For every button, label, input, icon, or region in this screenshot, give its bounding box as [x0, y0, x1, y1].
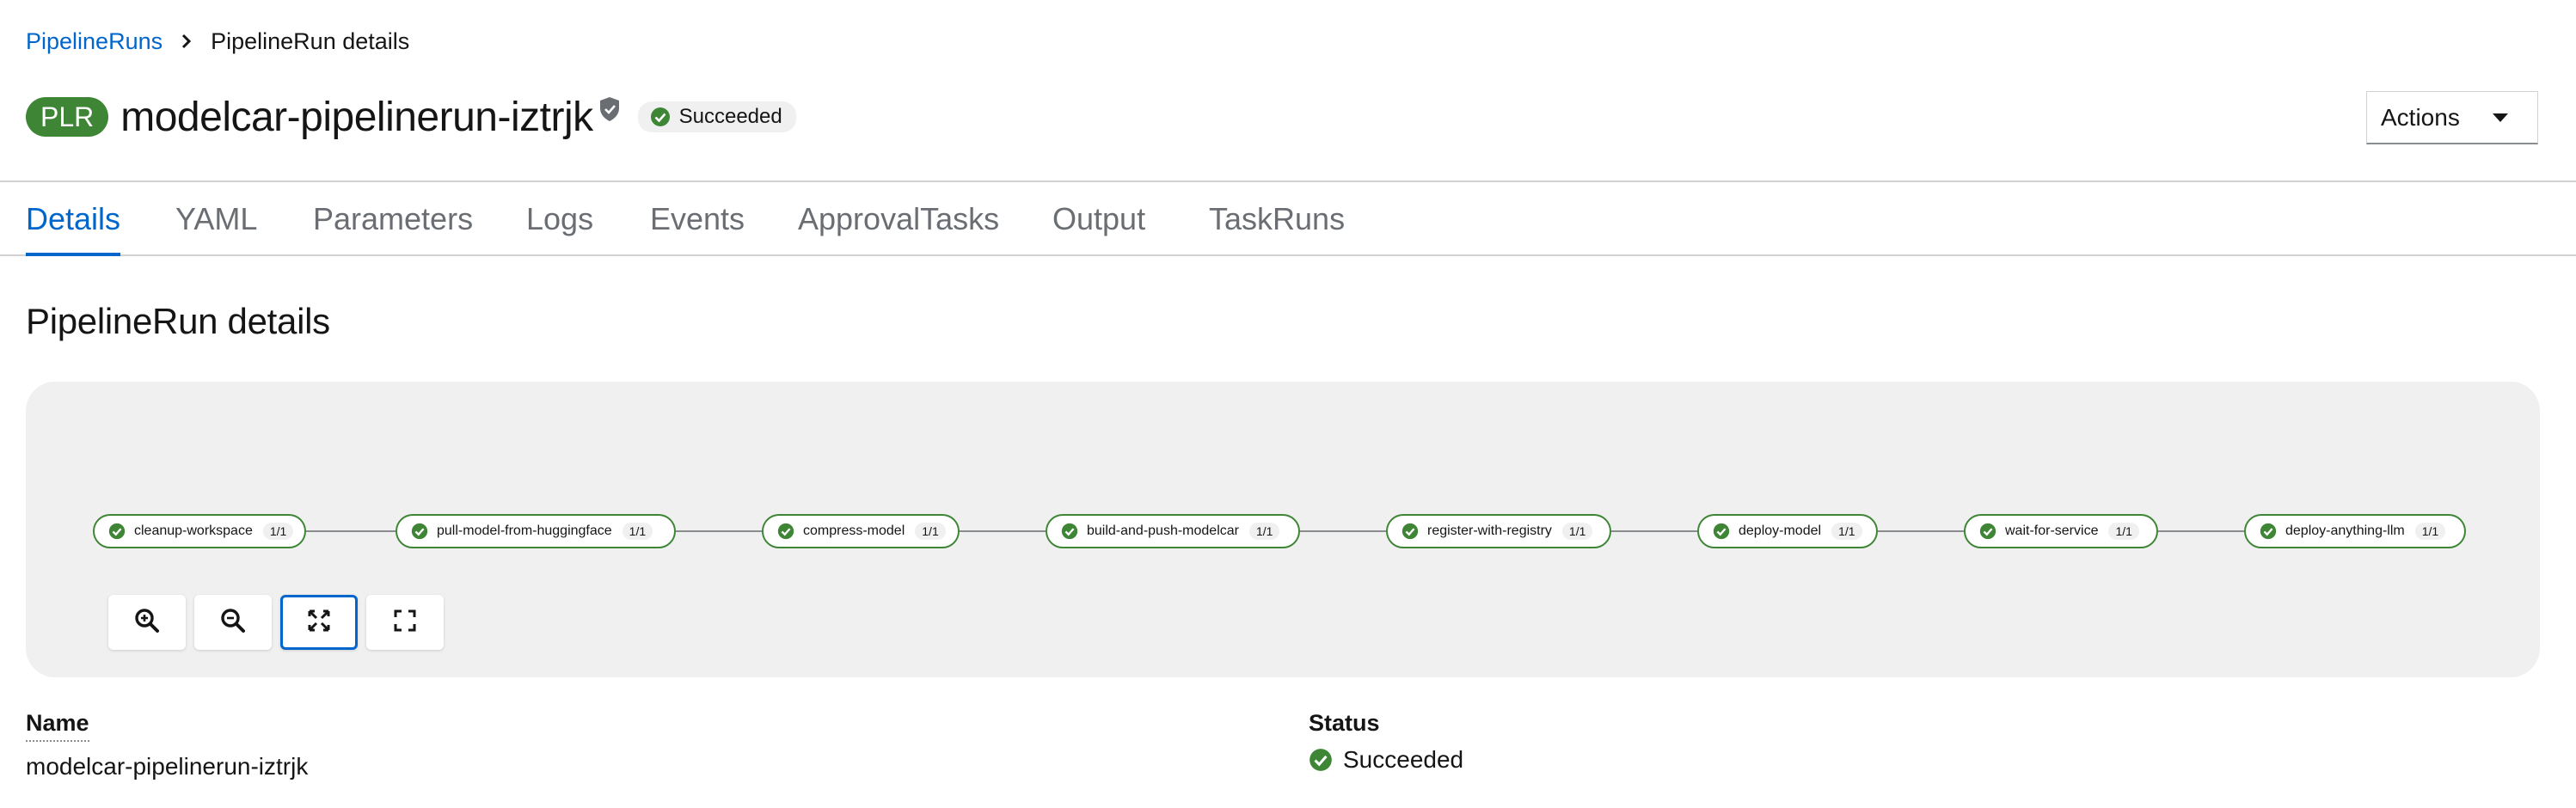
task-name: build-and-push-modelcar — [1087, 523, 1239, 538]
check-circle-icon — [777, 523, 794, 540]
check-circle-icon — [1979, 523, 1996, 540]
shield-check-icon — [598, 96, 621, 122]
fit-to-screen-icon — [307, 609, 331, 637]
task-count-badge: 1/1 — [262, 523, 294, 540]
status-value: Succeeded — [1309, 746, 1463, 774]
tab-events[interactable]: Events — [650, 201, 745, 254]
check-circle-icon — [2260, 523, 2277, 540]
actions-dropdown[interactable]: Actions — [2366, 91, 2538, 144]
check-circle-icon — [108, 523, 126, 540]
status-badge: Succeeded — [637, 101, 796, 132]
task-node-cleanup-workspace[interactable]: cleanup-workspace 1/1 — [93, 514, 306, 548]
fit-to-screen-button[interactable] — [280, 595, 358, 650]
page-header: PLR modelcar-pipelinerun-iztrjk Succeede… — [26, 89, 796, 144]
check-circle-icon — [1061, 523, 1078, 540]
breadcrumb-pipelineruns-link[interactable]: PipelineRuns — [26, 28, 163, 55]
pipeline-graph: cleanup-workspace 1/1 pull-model-from-hu… — [26, 382, 2540, 677]
task-node-pull-model-from-huggingface[interactable]: pull-model-from-huggingface 1/1 — [396, 514, 676, 548]
task-count-badge: 1/1 — [1831, 523, 1862, 540]
task-count-badge: 1/1 — [1561, 523, 1593, 540]
task-count-badge: 1/1 — [622, 523, 653, 540]
task-node-deploy-anything-llm[interactable]: deploy-anything-llm 1/1 — [2244, 514, 2466, 548]
task-count-badge: 1/1 — [1248, 523, 1280, 540]
task-node-register-with-registry[interactable]: register-with-registry 1/1 — [1386, 514, 1611, 548]
status-badge-label: Succeeded — [678, 105, 782, 128]
task-count-badge: 1/1 — [2108, 523, 2139, 540]
tab-taskruns[interactable]: TaskRuns — [1209, 201, 1345, 254]
task-name: register-with-registry — [1427, 523, 1552, 538]
task-node-wait-for-service[interactable]: wait-for-service 1/1 — [1964, 514, 2158, 548]
task-node-compress-model[interactable]: compress-model 1/1 — [762, 514, 960, 548]
actions-label: Actions — [2381, 103, 2460, 131]
expand-icon — [394, 609, 416, 636]
tab-yaml[interactable]: YAML — [175, 201, 257, 254]
task-node-deploy-model[interactable]: deploy-model 1/1 — [1697, 514, 1878, 548]
name-label: Name — [26, 710, 89, 742]
section-title: PipelineRun details — [26, 301, 330, 341]
task-name: cleanup-workspace — [134, 523, 253, 538]
resource-badge: PLR — [26, 97, 109, 137]
tab-details[interactable]: Details — [26, 201, 121, 256]
check-circle-icon — [650, 107, 671, 127]
task-name: deploy-anything-llm — [2285, 523, 2405, 538]
check-circle-icon — [1309, 748, 1333, 772]
status-label: Status — [1309, 710, 1380, 736]
zoom-out-button[interactable] — [194, 595, 272, 650]
zoom-in-icon — [134, 608, 160, 638]
task-name: compress-model — [803, 523, 905, 538]
task-name: deploy-model — [1739, 523, 1822, 538]
zoom-out-icon — [220, 608, 246, 638]
expand-button[interactable] — [366, 595, 444, 650]
tab-output[interactable]: Output — [1052, 201, 1145, 254]
breadcrumb: PipelineRuns PipelineRun details — [26, 26, 409, 57]
chevron-right-icon — [181, 34, 192, 49]
status-value-text: Succeeded — [1343, 746, 1464, 773]
page-title: modelcar-pipelinerun-iztrjk — [120, 94, 593, 140]
tab-parameters[interactable]: Parameters — [313, 201, 473, 254]
breadcrumb-current: PipelineRun details — [211, 28, 410, 54]
task-name: wait-for-service — [2005, 523, 2099, 538]
task-node-build-and-push-modelcar[interactable]: build-and-push-modelcar 1/1 — [1046, 514, 1300, 548]
name-value: modelcar-pipelinerun-iztrjk — [26, 753, 309, 780]
zoom-in-button[interactable] — [108, 595, 186, 650]
tab-approvaltasks[interactable]: ApprovalTasks — [798, 201, 999, 254]
tab-logs[interactable]: Logs — [526, 201, 593, 254]
check-circle-icon — [1713, 523, 1730, 540]
task-name: pull-model-from-huggingface — [437, 523, 612, 538]
task-count-badge: 1/1 — [915, 523, 946, 540]
check-circle-icon — [1401, 523, 1419, 540]
task-count-badge: 1/1 — [2414, 523, 2446, 540]
tab-bar: Details YAML Parameters Logs Events Appr… — [0, 182, 2576, 256]
caret-down-icon — [2493, 113, 2508, 122]
check-circle-icon — [411, 523, 428, 540]
